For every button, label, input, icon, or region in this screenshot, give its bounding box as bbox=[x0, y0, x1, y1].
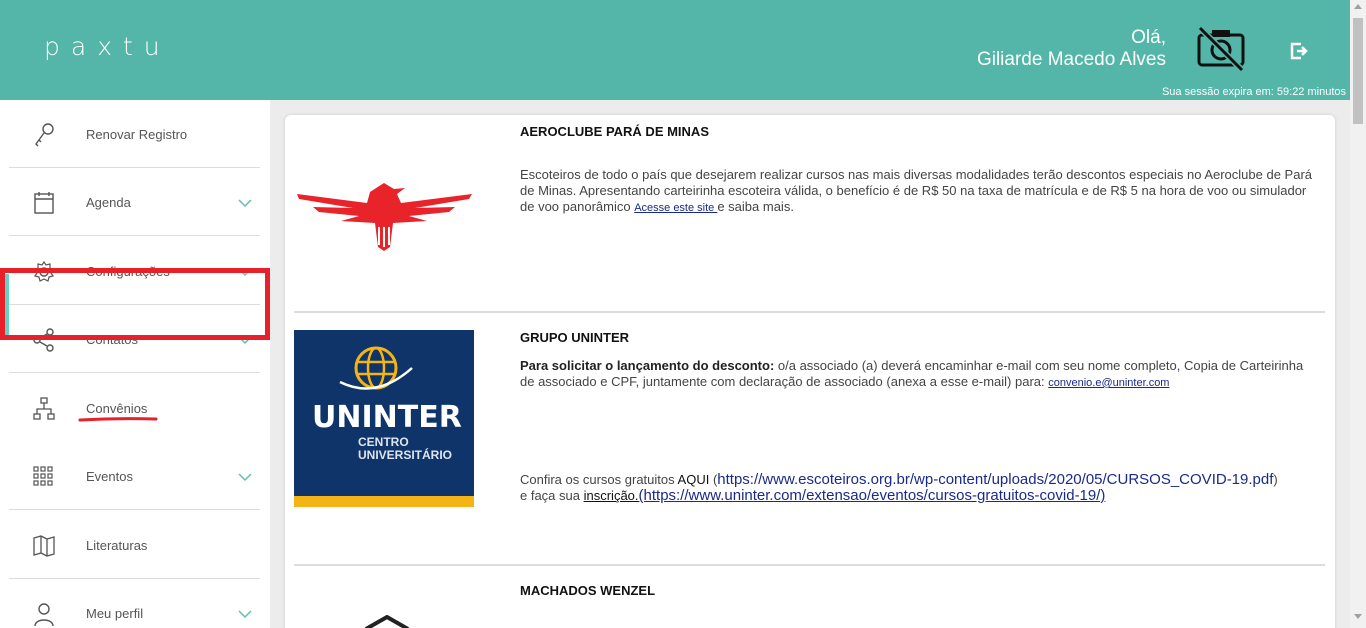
scroll-down-arrow-icon[interactable] bbox=[1354, 614, 1362, 619]
grid-icon bbox=[33, 466, 53, 486]
uninter-subtitle: CENTRO UNIVERSITÁRIO bbox=[358, 436, 452, 462]
courses-url-link[interactable]: https://www.escoteiros.org.br/wp-content… bbox=[717, 471, 1273, 488]
convenio-title: GRUPO UNINTER bbox=[520, 330, 630, 345]
convenio-uninter: UNINTER CENTRO UNIVERSITÁRIO GRUPO UNINT… bbox=[294, 325, 1325, 565]
description-text-after: e saiba mais. bbox=[717, 199, 794, 214]
aeroclube-eagle-logo bbox=[297, 183, 472, 251]
sidebar-item-renovar-registro[interactable]: Renovar Registro bbox=[9, 100, 260, 168]
aeroclube-site-link[interactable]: Acesse este site bbox=[634, 202, 717, 214]
globe-icon bbox=[339, 346, 413, 390]
convenios-card: AEROCLUBE PARÁ DE MINAS Escoteiros de to… bbox=[285, 115, 1335, 628]
app-header: paxtu Olá, Giliarde Macedo Alves Sua ses… bbox=[0, 0, 1350, 100]
courses-aqui: AQUI bbox=[677, 472, 710, 487]
uninter-wordmark: UNINTER bbox=[312, 400, 462, 435]
chevron-down-icon[interactable] bbox=[238, 473, 252, 482]
user-name: Giliarde Macedo Alves bbox=[976, 49, 1166, 70]
sidebar-item-convenios[interactable]: Convênios bbox=[9, 374, 260, 442]
sitemap-icon bbox=[33, 397, 55, 420]
signup-word: inscrição. bbox=[583, 488, 639, 503]
sidebar-item-agenda[interactable]: Agenda bbox=[9, 168, 260, 236]
scrollbar-thumb[interactable] bbox=[1353, 18, 1363, 124]
key-icon bbox=[35, 123, 54, 147]
convenio-machados-wenzel: MACHADOS WENZEL bbox=[294, 577, 1325, 628]
user-greeting: Olá, Giliarde Macedo Alves bbox=[977, 27, 1166, 71]
greeting-text: Olá, bbox=[1131, 27, 1166, 48]
entry-divider bbox=[294, 564, 1325, 566]
uninter-email-link[interactable]: convenio.e@uninter.com bbox=[1048, 377, 1169, 389]
uninter-subtitle-line2: UNIVERSITÁRIO bbox=[358, 448, 453, 462]
convenio-title: MACHADOS WENZEL bbox=[520, 583, 656, 598]
courses-close: ) bbox=[1273, 472, 1278, 487]
sidebar-item-literaturas[interactable]: Literaturas bbox=[9, 511, 260, 579]
sidebar-item-label: Eventos bbox=[86, 469, 133, 484]
annotation-highlight-box bbox=[0, 268, 270, 340]
description-bold-lead: Para solicitar o lançamento do desconto: bbox=[520, 358, 775, 373]
courses-prefix: Confira os cursos gratuitos bbox=[520, 472, 678, 487]
signup-line: e faça sua inscrição.(https://www.uninte… bbox=[520, 488, 1330, 504]
chevron-down-icon[interactable] bbox=[238, 199, 252, 208]
scroll-up-arrow-icon[interactable] bbox=[1354, 4, 1362, 9]
convenio-description: Escoteiros de todo o país que desejarem … bbox=[520, 167, 1320, 216]
calendar-icon bbox=[34, 192, 54, 214]
signup-prefix: e faça sua bbox=[520, 488, 584, 503]
sidebar-item-label: Literaturas bbox=[86, 538, 148, 553]
sidebar-item-eventos[interactable]: Eventos bbox=[9, 442, 260, 510]
sidebar-item-meu-perfil[interactable]: Meu perfil bbox=[9, 579, 260, 628]
courses-line: Confira os cursos gratuitos AQUI (https:… bbox=[520, 472, 1330, 488]
sidebar: Renovar Registro Agenda Configurações Co… bbox=[0, 100, 270, 628]
sidebar-item-label: Renovar Registro bbox=[86, 127, 188, 142]
paxtu-logo[interactable]: paxtu bbox=[44, 32, 171, 61]
sidebar-item-label: Meu perfil bbox=[86, 606, 144, 621]
session-timer: Sua sessão expira em: 59:22 minutos bbox=[1161, 86, 1346, 98]
uninter-courses-info: Confira os cursos gratuitos AQUI (https:… bbox=[520, 472, 1330, 504]
sidebar-item-label: Agenda bbox=[86, 195, 131, 210]
convenio-aeroclube: AEROCLUBE PARÁ DE MINAS Escoteiros de to… bbox=[294, 115, 1325, 310]
no-photo-icon[interactable] bbox=[1196, 26, 1246, 72]
uninter-logo: UNINTER CENTRO UNIVERSITÁRIO bbox=[294, 330, 474, 507]
uninter-yellow-stripe bbox=[294, 496, 474, 507]
logout-icon[interactable] bbox=[1289, 41, 1309, 61]
convenio-description: Para solicitar o lançamento do desconto:… bbox=[520, 358, 1320, 391]
sidebar-item-label: Convênios bbox=[86, 401, 148, 416]
annotation-underline bbox=[78, 417, 158, 422]
signup-url-link[interactable]: (https://www.uninter.com/extensao/evento… bbox=[639, 487, 1106, 504]
convenio-title: AEROCLUBE PARÁ DE MINAS bbox=[520, 124, 709, 139]
user-icon bbox=[34, 603, 54, 626]
entry-divider bbox=[294, 311, 1325, 313]
book-icon bbox=[33, 535, 55, 557]
machados-wenzel-logo bbox=[365, 615, 409, 628]
chevron-down-icon[interactable] bbox=[238, 610, 252, 619]
